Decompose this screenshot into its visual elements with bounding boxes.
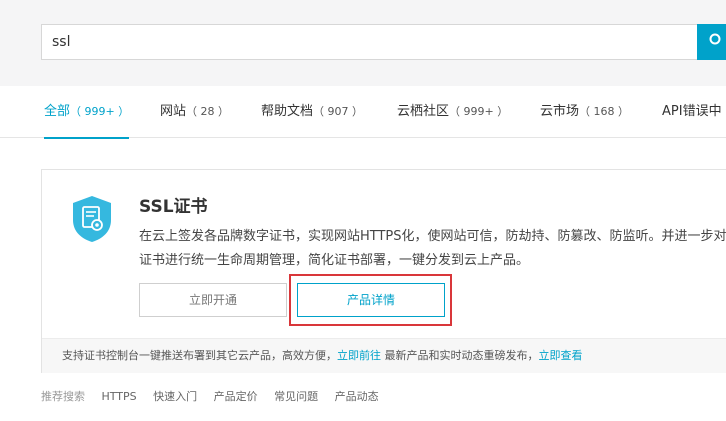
tab-count: （ 168 ）: [579, 105, 630, 118]
tab-label: 全部: [44, 104, 71, 119]
tab-label: 网站: [160, 104, 187, 119]
tab-count: （ 999+ ）: [449, 105, 509, 118]
tab-label: API错误中: [662, 104, 722, 119]
tab-label: 云栖社区: [397, 104, 450, 119]
product-description: 在云上签发各品牌数字证书，实现网站HTTPS化，使网站可信，防劫持、防篡改、防监…: [139, 229, 726, 268]
recommended-item[interactable]: 快速入门: [153, 390, 197, 403]
tab-marketplace[interactable]: 云市场（ 168 ）: [540, 86, 629, 138]
search-box[interactable]: [41, 24, 701, 60]
recommended-item[interactable]: 产品定价: [214, 390, 258, 403]
view-now-link[interactable]: 立即查看: [539, 349, 583, 362]
go-now-link[interactable]: 立即前往: [337, 349, 381, 362]
recommended-item[interactable]: 产品动态: [335, 390, 379, 403]
footer-text: 支持证书控制台一键推送布署到其它云产品，高效方便，: [62, 349, 337, 362]
search-icon: [709, 33, 721, 45]
tab-count: （ 907 ）: [313, 105, 364, 118]
tab-label: 云市场: [540, 104, 580, 119]
search-button[interactable]: [697, 24, 726, 60]
footer-text-2: 最新产品和实时动态重磅发布，: [381, 349, 539, 362]
result-tabs: 全部（ 999+ ） 网站（ 28 ） 帮助文档（ 907 ） 云栖社区（ 99…: [0, 86, 726, 139]
recommended-label: 推荐搜索: [41, 390, 85, 403]
tab-website[interactable]: 网站（ 28 ）: [160, 86, 229, 138]
tab-community[interactable]: 云栖社区（ 999+ ）: [397, 86, 508, 138]
tab-all[interactable]: 全部（ 999+ ）: [44, 86, 130, 139]
search-band: [0, 0, 726, 86]
card-footer: 支持证书控制台一键推送布署到其它云产品，高效方便，立即前往 最新产品和实时动态重…: [42, 338, 726, 373]
product-details-button[interactable]: 产品详情: [297, 283, 445, 317]
recommended-item[interactable]: 常见问题: [274, 390, 318, 403]
tab-api-errors[interactable]: API错误中: [662, 86, 722, 138]
recommended-searches: 推荐搜索 HTTPS 快速入门 产品定价 常见问题 产品动态: [41, 388, 379, 404]
tab-help-docs[interactable]: 帮助文档（ 907 ）: [261, 86, 363, 138]
product-title[interactable]: SSL证书: [139, 192, 208, 217]
product-card: SSL证书 在云上签发各品牌数字证书，实现网站HTTPS化，使网站可信，防劫持、…: [41, 169, 726, 373]
recommended-item[interactable]: HTTPS: [102, 390, 137, 403]
ssl-certificate-icon: [73, 196, 111, 242]
tab-count: （ 28 ）: [186, 105, 230, 118]
tab-count: （ 999+ ）: [70, 105, 130, 118]
search-input[interactable]: [52, 25, 652, 59]
open-now-button[interactable]: 立即开通: [139, 283, 287, 317]
tab-label: 帮助文档: [261, 104, 314, 119]
